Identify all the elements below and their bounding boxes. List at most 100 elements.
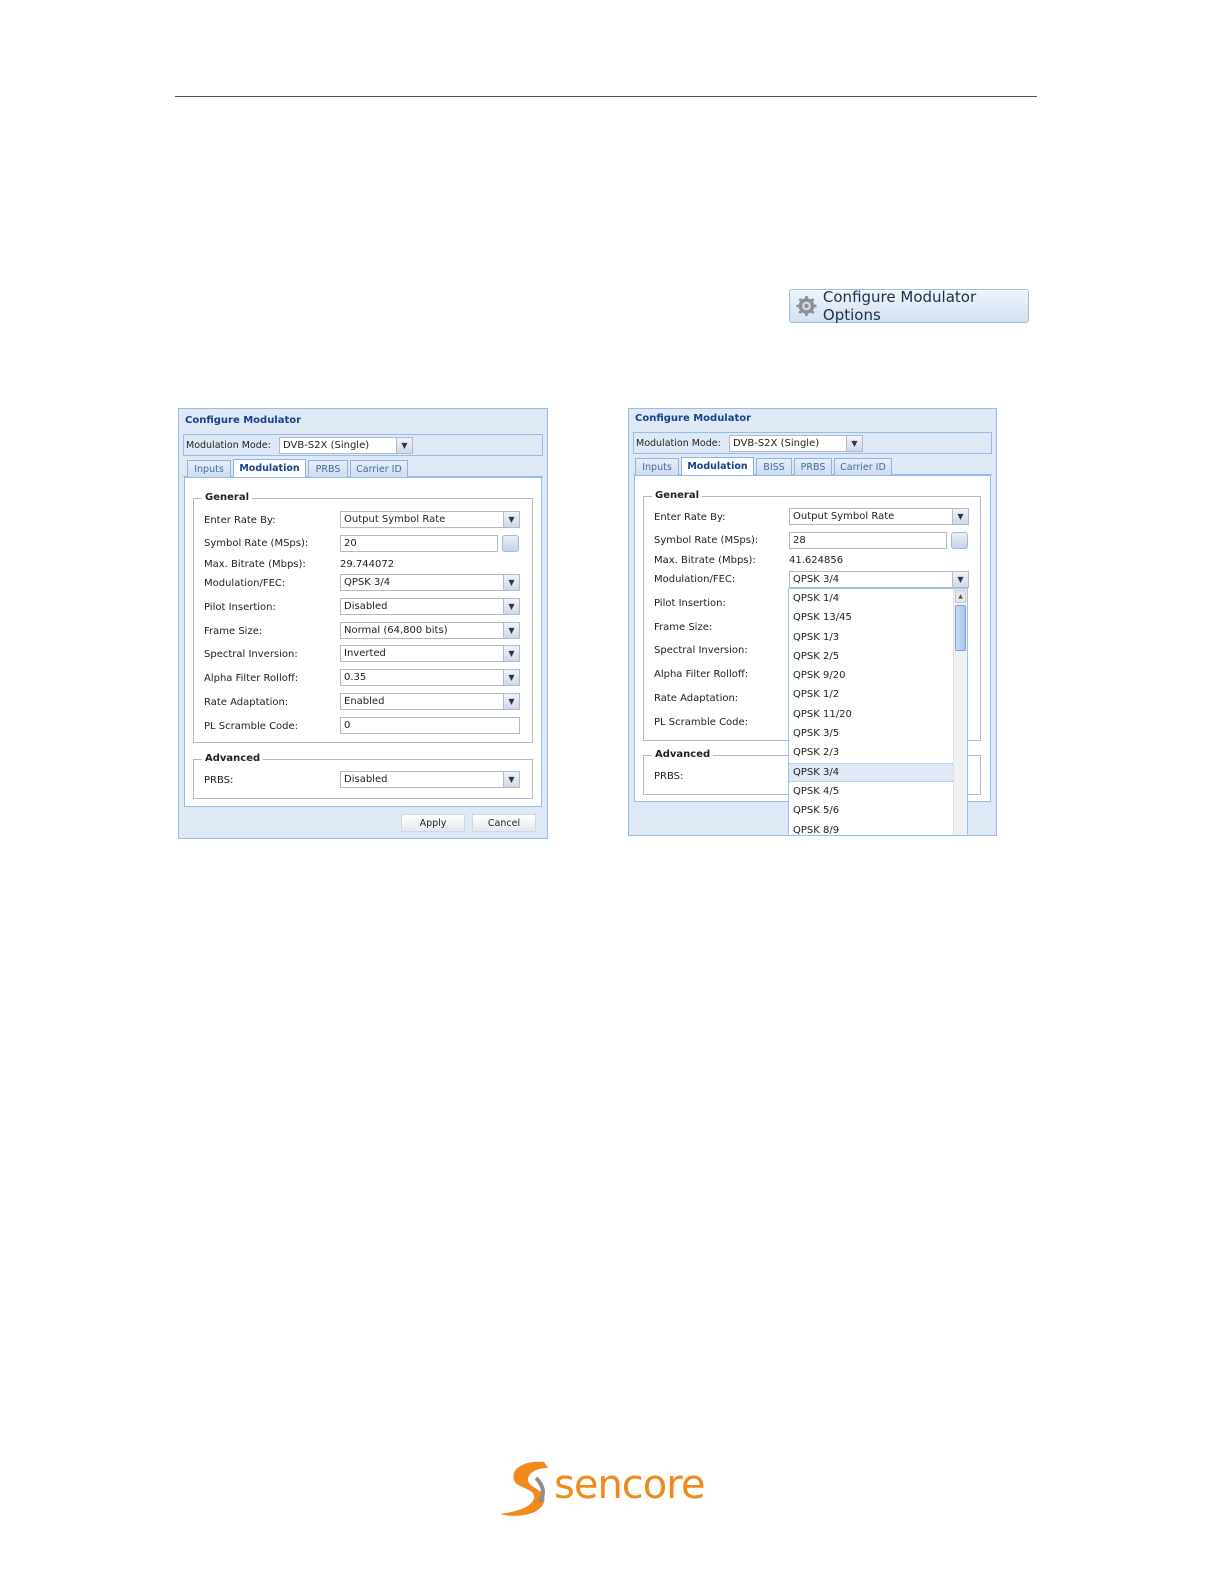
- tab-biss[interactable]: BISS: [756, 458, 792, 475]
- chevron-down-icon: ▼: [503, 646, 519, 661]
- tab-inputs[interactable]: Inputs: [635, 458, 679, 475]
- configure-modulator-options-button[interactable]: Configure Modulator Options: [789, 288, 1029, 324]
- sencore-logo: sencore: [496, 1458, 726, 1520]
- logo-text: sencore: [554, 1462, 705, 1508]
- tab-modulation[interactable]: Modulation: [233, 459, 306, 477]
- symbol-rate-input[interactable]: 20: [340, 535, 498, 552]
- gear-icon: [796, 295, 817, 317]
- symbol-rate-label: Symbol Rate (MSps):: [204, 538, 309, 549]
- dropdown-option[interactable]: QPSK 1/2: [789, 685, 967, 704]
- spectral-inversion-select[interactable]: Inverted ▼: [340, 645, 520, 662]
- frame-size-label: Frame Size:: [204, 626, 263, 637]
- enter-rate-by-select[interactable]: Output Symbol Rate ▼: [789, 508, 969, 525]
- max-bitrate-value: 29.744072: [340, 559, 395, 570]
- modulation-mode-row: Modulation Mode: DVB-S2X (Single) ▼: [183, 434, 543, 456]
- tab-strip: Inputs Modulation BISS PRBS Carrier ID: [633, 456, 992, 475]
- tab-modulation[interactable]: Modulation: [681, 457, 754, 475]
- dropdown-option[interactable]: QPSK 8/9: [789, 821, 967, 835]
- max-bitrate-label: Max. Bitrate (Mbps):: [204, 559, 306, 570]
- frame-size-select[interactable]: Normal (64,800 bits) ▼: [340, 622, 520, 639]
- dropdown-option[interactable]: QPSK 1/4: [789, 589, 967, 608]
- tab-carrier-id[interactable]: Carrier ID: [834, 458, 892, 475]
- modulation-mode-row: Modulation Mode: DVB-S2X (Single) ▼: [633, 432, 992, 454]
- pencil-icon[interactable]: [951, 532, 968, 549]
- scroll-up-icon[interactable]: ▲: [955, 590, 966, 603]
- chevron-down-icon: ▼: [503, 772, 519, 787]
- chevron-down-icon: ▼: [952, 572, 968, 587]
- modulation-fec-select[interactable]: QPSK 3/4 ▼: [789, 571, 969, 588]
- configure-modulator-dialog-right: Configure Modulator Modulation Mode: DVB…: [628, 408, 997, 836]
- pencil-icon[interactable]: [502, 535, 519, 552]
- modulation-fec-dropdown-list[interactable]: QPSK 1/4 QPSK 13/45 QPSK 1/3 QPSK 2/5 QPSK 9…: [788, 588, 968, 835]
- prbs-select[interactable]: Disabled ▼: [340, 771, 520, 788]
- header-rule: [175, 96, 1037, 97]
- configure-button-label: Configure Modulator Options: [822, 288, 977, 324]
- enter-rate-by-label: Enter Rate By:: [204, 515, 276, 526]
- pilot-insertion-label: Pilot Insertion:: [654, 598, 726, 609]
- tab-inputs[interactable]: Inputs: [187, 460, 231, 477]
- pl-scramble-label: PL Scramble Code:: [654, 717, 749, 728]
- modulation-mode-label: Modulation Mode:: [636, 438, 721, 449]
- chevron-down-icon: ▼: [503, 512, 519, 527]
- tab-strip: Inputs Modulation PRBS Carrier ID: [183, 458, 543, 477]
- chevron-down-icon: ▼: [846, 436, 862, 451]
- frame-size-label: Frame Size:: [654, 622, 713, 633]
- chevron-down-icon: ▼: [503, 623, 519, 638]
- dropdown-option[interactable]: QPSK 11/20: [789, 705, 967, 724]
- alpha-rolloff-select[interactable]: 0.35 ▼: [340, 669, 520, 686]
- max-bitrate-label: Max. Bitrate (Mbps):: [654, 555, 756, 566]
- cancel-button[interactable]: Cancel: [472, 814, 536, 832]
- general-legend: General: [202, 492, 252, 503]
- dropdown-option[interactable]: QPSK 2/5: [789, 647, 967, 666]
- chevron-down-icon: ▼: [952, 509, 968, 524]
- symbol-rate-label: Symbol Rate (MSps):: [654, 535, 759, 546]
- chevron-down-icon: ▼: [503, 575, 519, 590]
- tab-prbs[interactable]: PRBS: [794, 458, 832, 475]
- scroll-thumb[interactable]: [955, 605, 966, 651]
- dropdown-option[interactable]: QPSK 4/5: [789, 782, 967, 801]
- dropdown-option[interactable]: QPSK 2/3: [789, 743, 967, 762]
- scrollbar[interactable]: ▲: [953, 589, 967, 835]
- advanced-fieldset: Advanced PRBS: Disabled ▼: [193, 753, 533, 799]
- dropdown-option[interactable]: QPSK 3/5: [789, 724, 967, 743]
- spectral-inversion-label: Spectral Inversion:: [654, 645, 748, 656]
- pilot-insertion-label: Pilot Insertion:: [204, 602, 276, 613]
- general-fieldset: General Enter Rate By: Output Symbol Rat…: [193, 492, 533, 743]
- rate-adaptation-label: Rate Adaptation:: [654, 693, 739, 704]
- chevron-down-icon: ▼: [503, 694, 519, 709]
- dropdown-option[interactable]: QPSK 5/6: [789, 801, 967, 820]
- dropdown-option[interactable]: QPSK 1/3: [789, 628, 967, 647]
- modulation-fec-label: Modulation/FEC:: [654, 574, 736, 585]
- pl-scramble-input[interactable]: 0: [340, 717, 520, 734]
- dropdown-option[interactable]: QPSK 13/45: [789, 608, 967, 627]
- chevron-down-icon: ▼: [396, 438, 412, 453]
- apply-button[interactable]: Apply: [401, 814, 465, 832]
- configure-modulator-dialog-left: Configure Modulator Modulation Mode: DVB…: [178, 408, 548, 839]
- prbs-label: PRBS:: [204, 775, 234, 786]
- enter-rate-by-select[interactable]: Output Symbol Rate ▼: [340, 511, 520, 528]
- modulation-mode-select[interactable]: DVB-S2X (Single) ▼: [729, 435, 863, 452]
- dropdown-option[interactable]: QPSK 3/4: [789, 762, 967, 782]
- dialog-title: Configure Modulator: [185, 415, 302, 426]
- tab-prbs[interactable]: PRBS: [308, 460, 348, 477]
- pilot-insertion-select[interactable]: Disabled ▼: [340, 598, 520, 615]
- general-legend: General: [652, 490, 702, 501]
- advanced-legend: Advanced: [652, 749, 714, 760]
- pl-scramble-label: PL Scramble Code:: [204, 721, 299, 732]
- modulation-panel: General Enter Rate By: Output Symbol Rat…: [184, 477, 542, 807]
- modulation-mode-select[interactable]: DVB-S2X (Single) ▼: [279, 437, 413, 454]
- max-bitrate-value: 41.624856: [789, 555, 844, 566]
- rate-adaptation-select[interactable]: Enabled ▼: [340, 693, 520, 710]
- rate-adaptation-label: Rate Adaptation:: [204, 697, 289, 708]
- modulation-mode-label: Modulation Mode:: [186, 440, 271, 451]
- sencore-swoosh-icon: [500, 1461, 548, 1516]
- tab-carrier-id[interactable]: Carrier ID: [350, 460, 408, 477]
- modulation-fec-select[interactable]: QPSK 3/4 ▼: [340, 574, 520, 591]
- alpha-rolloff-label: Alpha Filter Rolloff:: [654, 669, 749, 680]
- advanced-legend: Advanced: [202, 753, 264, 764]
- modulation-fec-label: Modulation/FEC:: [204, 578, 286, 589]
- symbol-rate-input[interactable]: 28: [789, 532, 947, 549]
- chevron-down-icon: ▼: [503, 599, 519, 614]
- dropdown-option[interactable]: QPSK 9/20: [789, 666, 967, 685]
- prbs-label: PRBS:: [654, 771, 684, 782]
